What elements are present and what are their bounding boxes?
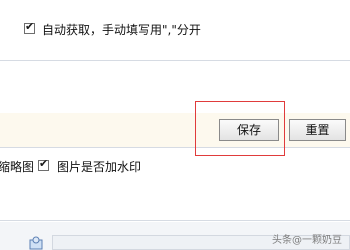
editor-icon[interactable] (28, 236, 44, 250)
auto-fetch-checkbox[interactable]: ✔ (24, 20, 35, 34)
checkmark-icon: ✔ (25, 20, 35, 33)
auto-fetch-label: 自动获取，手动填写用","分开 (42, 23, 201, 37)
reset-button[interactable]: 重置 (289, 119, 346, 141)
footer-watermark: 头条@一颗奶豆 (272, 235, 342, 246)
thumbnail-label: 缩略图 (0, 160, 35, 174)
highlight-box (195, 101, 285, 156)
watermark-label: 图片是否加水印 (57, 160, 142, 174)
checkmark-icon: ✔ (39, 157, 49, 170)
row-divider (0, 60, 350, 61)
row-divider (0, 220, 350, 221)
watermark-checkbox[interactable]: ✔ (38, 157, 49, 171)
row-divider (0, 147, 350, 148)
